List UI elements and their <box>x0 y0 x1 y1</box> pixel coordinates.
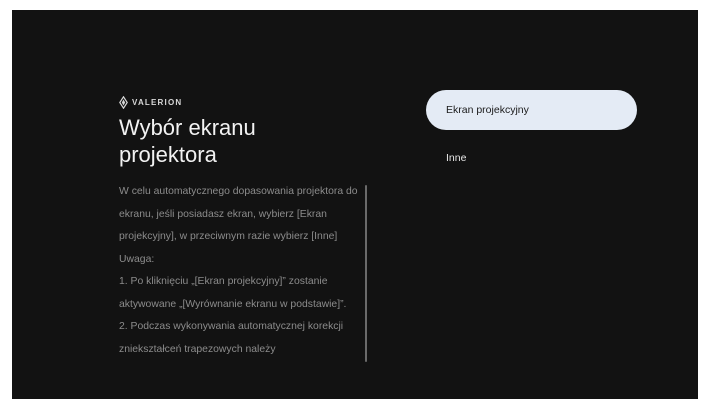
option-projection-screen[interactable]: Ekran projekcyjny <box>426 90 637 130</box>
description-paragraph: 2. Podczas wykonywania automatycznej kor… <box>119 321 344 355</box>
brand-name: VALERION <box>132 97 183 107</box>
valerion-diamond-logo-icon <box>119 95 128 109</box>
description-paragraph: W celu automatycznego dopasowania projek… <box>119 186 358 242</box>
description-scrollbar[interactable] <box>365 185 367 362</box>
option-label: Ekran projekcyjny <box>446 104 529 116</box>
description-text: W celu automatycznego dopasowania projek… <box>119 181 367 361</box>
option-label: Inne <box>446 152 467 164</box>
page-title: Wybór ekranu projektora <box>119 115 256 167</box>
tv-screen: VALERION Wybór ekranu projektora W celu … <box>12 10 698 399</box>
brand-logo: VALERION <box>119 95 182 109</box>
description-paragraph: Uwaga: <box>119 253 155 265</box>
option-other[interactable]: Inne <box>426 138 637 178</box>
description-paragraph: 1. Po kliknięciu „[Ekran projekcyjny]” z… <box>119 276 347 310</box>
